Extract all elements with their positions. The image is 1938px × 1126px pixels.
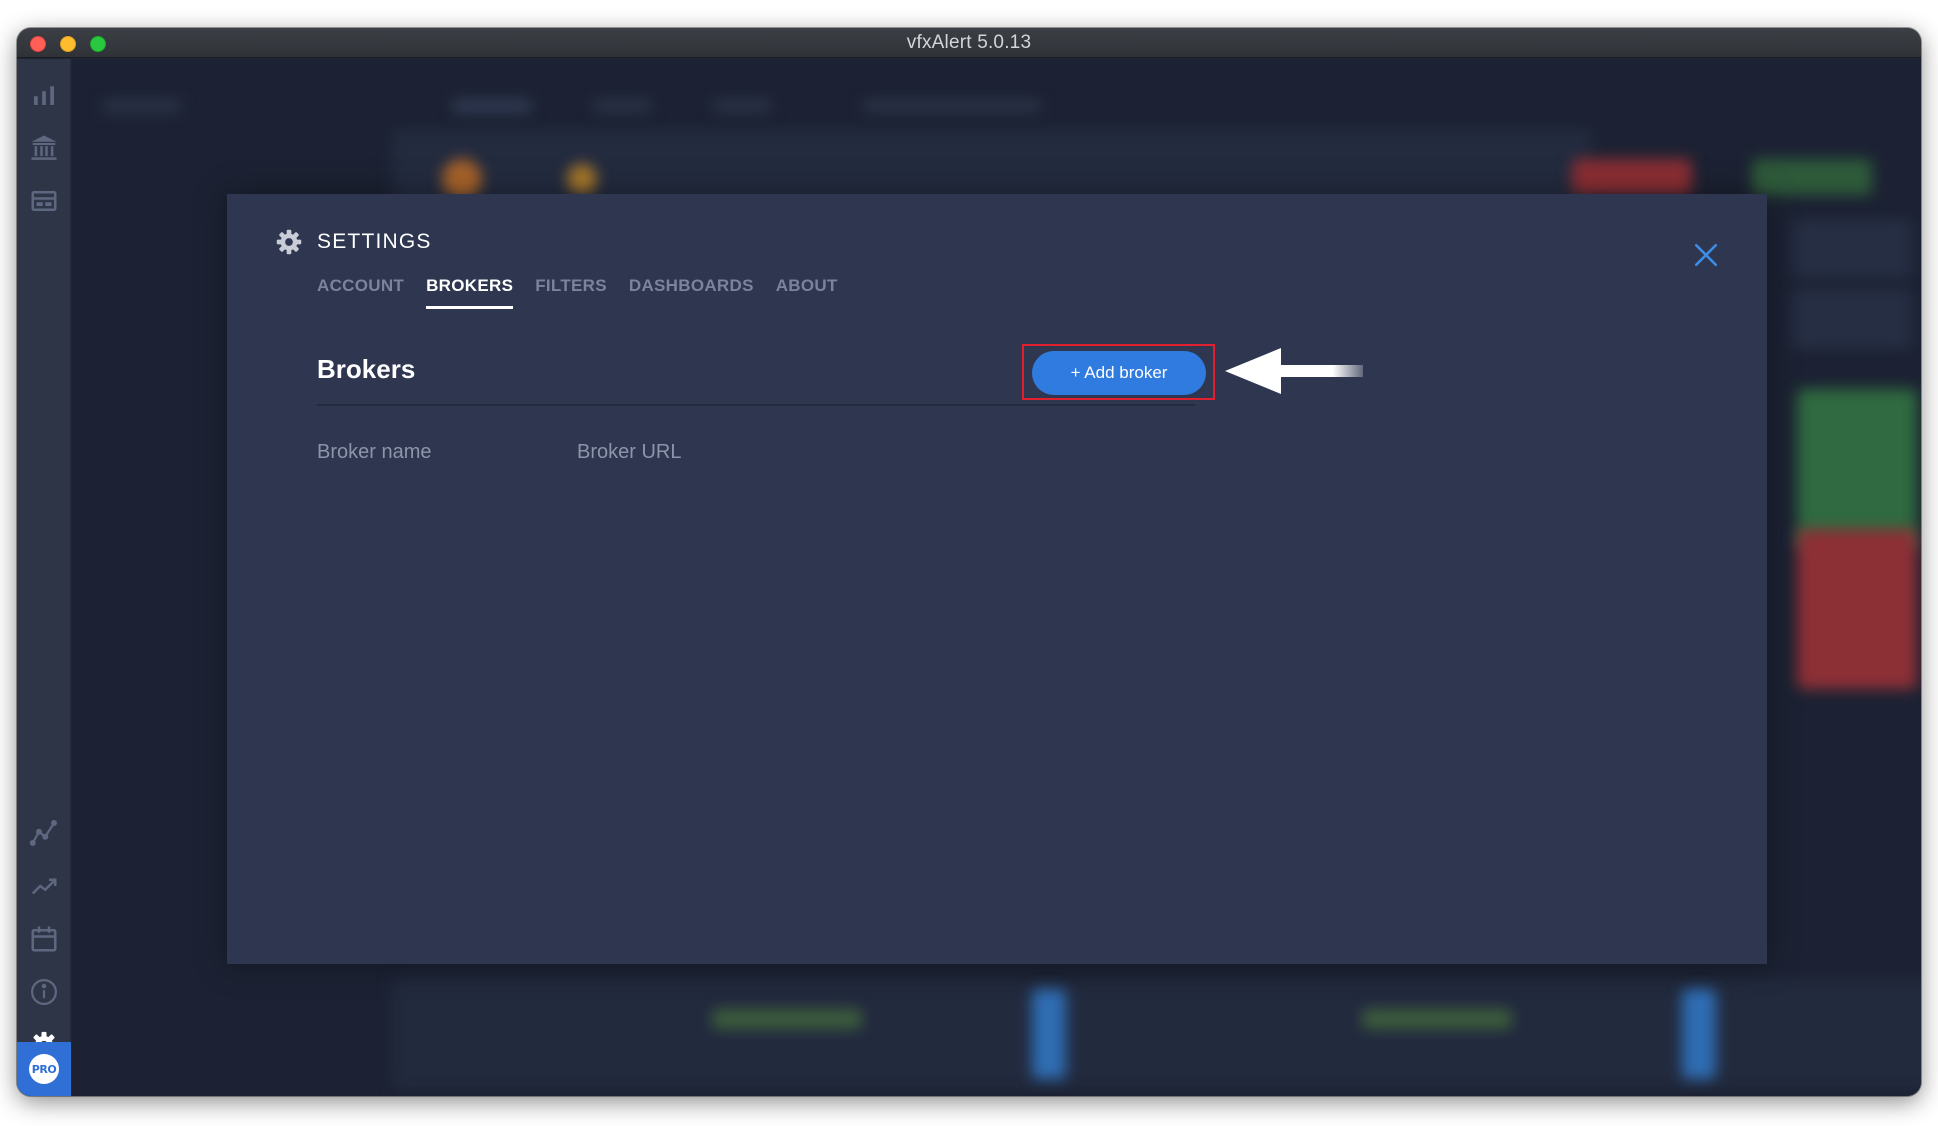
- section-divider: [317, 404, 1195, 406]
- bank-icon[interactable]: [28, 132, 60, 164]
- settings-modal: SETTINGS ACCOUNT BROKERS FILTERS DASHBOA…: [227, 194, 1767, 964]
- line-chart-icon[interactable]: [28, 817, 60, 849]
- tab-account[interactable]: ACCOUNT: [317, 276, 404, 309]
- app-window: vfxAlert 5.0.13 PRO SETTINGS ACCOUNT BRO…: [17, 28, 1921, 1096]
- pro-badge: PRO: [29, 1054, 59, 1084]
- settings-tabs: ACCOUNT BROKERS FILTERS DASHBOARDS ABOUT: [317, 276, 860, 309]
- tab-about[interactable]: ABOUT: [776, 276, 838, 309]
- broker-name-column-header: Broker name: [317, 441, 432, 463]
- window-title: vfxAlert 5.0.13: [906, 31, 1032, 53]
- pro-tab[interactable]: PRO: [17, 1042, 71, 1096]
- dashboard-icon[interactable]: [28, 185, 60, 217]
- title-bar: vfxAlert 5.0.13: [17, 28, 1921, 58]
- maximize-window-button[interactable]: [90, 36, 106, 52]
- broker-url-column-header: Broker URL: [577, 441, 682, 463]
- tab-filters[interactable]: FILTERS: [535, 276, 607, 309]
- tab-brokers[interactable]: BROKERS: [426, 276, 514, 309]
- close-icon: [1694, 243, 1718, 267]
- tab-dashboards[interactable]: DASHBOARDS: [629, 276, 754, 309]
- minimize-window-button[interactable]: [60, 36, 76, 52]
- sidebar: PRO: [17, 59, 71, 1096]
- settings-title: SETTINGS: [317, 230, 432, 253]
- add-broker-button[interactable]: + Add broker: [1032, 351, 1206, 395]
- settings-gear-icon: [276, 229, 302, 255]
- close-window-button[interactable]: [30, 36, 46, 52]
- trending-up-icon[interactable]: [28, 870, 60, 902]
- info-icon[interactable]: [28, 976, 60, 1008]
- brokers-section-title: Brokers: [317, 354, 416, 384]
- settings-header: SETTINGS: [275, 228, 432, 256]
- pointer-arrow-icon: [1225, 348, 1363, 394]
- add-broker-highlight: + Add broker: [1022, 344, 1215, 400]
- calendar-icon[interactable]: [28, 923, 60, 955]
- close-settings-button[interactable]: [1693, 242, 1719, 268]
- bar-chart-icon[interactable]: [28, 79, 60, 111]
